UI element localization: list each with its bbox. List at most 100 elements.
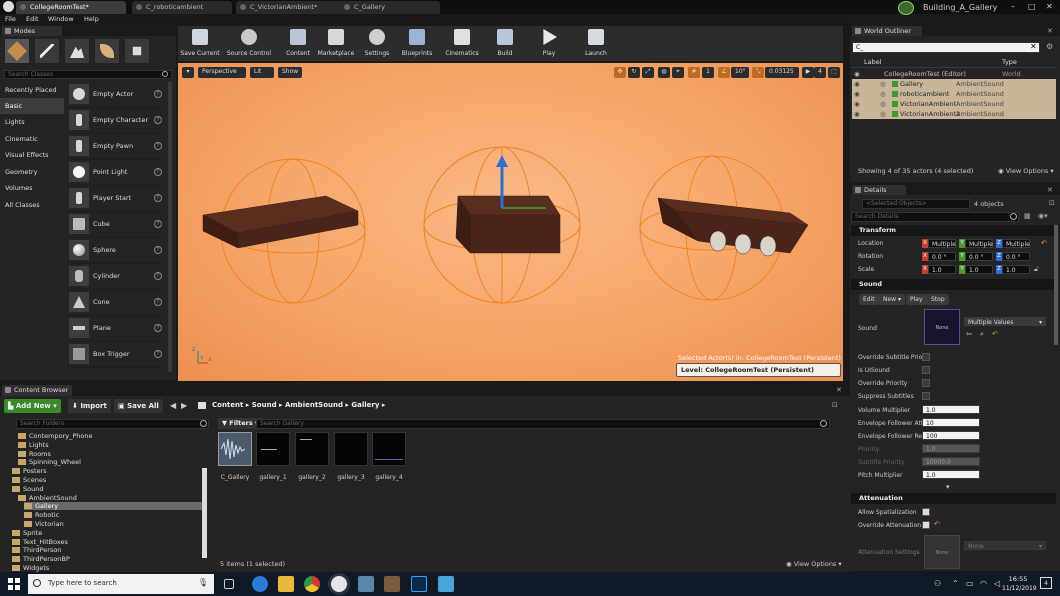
chrome-icon[interactable]	[304, 576, 320, 592]
outliner-row-victorianambient2[interactable]: ◉ ◎ VictorianAmbient2 AmbientSound	[852, 109, 1056, 119]
scale-y-field[interactable]: 1.0	[965, 265, 993, 274]
save-all-button[interactable]: ▣ Save All	[114, 399, 163, 413]
help-icon[interactable]: ?	[154, 116, 162, 124]
folder-item[interactable]: Rooms	[18, 450, 202, 458]
lock-icon[interactable]: ⊡	[1049, 199, 1055, 207]
camera-speed-value[interactable]: 4	[814, 67, 826, 78]
menu-file[interactable]: File	[5, 15, 16, 23]
windows-start-icon[interactable]	[8, 578, 20, 590]
rotation-x-field[interactable]: 0.0 °	[928, 252, 956, 261]
viewport-options-button[interactable]: ▾	[182, 67, 194, 78]
close-content-icon[interactable]: ✕	[836, 386, 842, 394]
search-folders-input[interactable]: Search Folders	[16, 419, 209, 429]
minimize-button[interactable]: –	[1011, 2, 1015, 11]
outliner-settings-icon[interactable]: ⚙	[1046, 42, 1053, 51]
tab-collegeroomtest[interactable]: CollegeRoomTest*	[16, 1, 126, 14]
marketplace-button[interactable]: Marketplace	[316, 26, 356, 61]
details-scrollbar[interactable]	[1054, 225, 1058, 345]
settings-button[interactable]: Settings	[360, 26, 394, 61]
history-back-icon[interactable]: ◀	[170, 401, 176, 410]
category-lights[interactable]: Lights	[0, 114, 64, 130]
category-volumes[interactable]: Volumes	[0, 180, 64, 196]
section-sound[interactable]: Sound	[851, 279, 1056, 290]
taskbar-search-box[interactable]: Type here to search 🎙︎	[28, 574, 214, 594]
actor-empty-actor[interactable]: Empty Actor?	[67, 82, 166, 108]
suppress-subtitles-checkbox[interactable]	[922, 392, 930, 400]
volume-multiplier-field[interactable]: 1.0	[922, 405, 980, 414]
tab-gallery[interactable]: C_Gallery	[340, 1, 440, 14]
actor-sphere[interactable]: Sphere?	[67, 238, 166, 264]
section-transform[interactable]: Transform	[851, 225, 1056, 236]
outliner-row-victorianambient[interactable]: ◉ ◎ VictorianAmbient AmbientSound	[852, 99, 1056, 109]
folder-item[interactable]: Lights	[18, 441, 202, 449]
location-z-field[interactable]: Multiple	[1002, 239, 1030, 248]
show-button[interactable]: Show	[278, 67, 302, 78]
folder-item[interactable]: Scenes	[12, 476, 202, 484]
clock-time[interactable]: 16:55	[1004, 575, 1032, 583]
help-icon[interactable]: ?	[154, 142, 162, 150]
grid-snap-value[interactable]: 1	[702, 67, 714, 78]
folder-item[interactable]: Sprite	[12, 529, 202, 537]
perspective-button[interactable]: Perspective	[198, 67, 246, 78]
sound-asset-thumbnail[interactable]: None	[924, 309, 960, 345]
help-icon[interactable]: ?	[154, 220, 162, 228]
build-button[interactable]: Build	[490, 26, 520, 61]
location-y-field[interactable]: Multiple	[965, 239, 993, 248]
scale-x-field[interactable]: 1.0	[928, 265, 956, 274]
search-details-input[interactable]: Search Details	[851, 212, 1019, 222]
folder-item[interactable]: Posters	[12, 467, 202, 475]
asset-gallery-3[interactable]: gallery_3	[334, 432, 368, 481]
rotation-snap-icon[interactable]: ∠	[718, 67, 730, 78]
folder-item[interactable]: Sound	[12, 485, 202, 493]
photos-icon[interactable]	[358, 576, 374, 592]
cinematics-button[interactable]: Cinematics	[442, 26, 482, 61]
scale-mode-icon[interactable]: ⤢	[642, 67, 654, 78]
tab-victorianambient[interactable]: C_VictorianAmbient*	[236, 1, 346, 14]
breadcrumb-sound[interactable]: Sound	[252, 401, 277, 409]
rotation-z-field[interactable]: 0.0 °	[1002, 252, 1030, 261]
folder-item[interactable]: Widgets	[12, 564, 202, 572]
place-mode-icon[interactable]	[4, 38, 30, 64]
rotate-mode-icon[interactable]: ↻	[628, 67, 640, 78]
menu-window[interactable]: Window	[48, 15, 74, 23]
folder-item[interactable]: ThirdPerson	[12, 546, 202, 554]
eye-icon[interactable]: ◉	[854, 79, 860, 89]
actor-cube[interactable]: Cube?	[67, 212, 166, 238]
asset-gallery-4[interactable]: gallery_4	[372, 432, 406, 481]
content-view-options-button[interactable]: ◉ View Options ▾	[786, 560, 842, 568]
grid-snap-icon[interactable]: #	[688, 67, 700, 78]
help-icon[interactable]: ?	[154, 272, 162, 280]
tray-chevron-icon[interactable]: ⌃	[952, 579, 959, 588]
history-forward-icon[interactable]: ▶	[181, 401, 187, 410]
is-ui-sound-checkbox[interactable]	[922, 366, 930, 374]
photoshop-icon[interactable]	[411, 576, 427, 592]
help-icon[interactable]: ?	[154, 90, 162, 98]
outliner-row-roboticambient[interactable]: ◉ ◎ roboticambient AmbientSound	[852, 89, 1056, 99]
close-button[interactable]: ✕	[1046, 2, 1053, 11]
actor-cone[interactable]: Cone?	[67, 290, 166, 316]
use-selected-icon[interactable]: ⇦	[966, 330, 972, 338]
actor-empty-character[interactable]: Empty Character?	[67, 108, 166, 134]
allow-spatialization-checkbox[interactable]	[922, 508, 930, 516]
scale-snap-icon[interactable]: ⤡	[752, 67, 764, 78]
folder-item[interactable]: ThirdPersonBP	[12, 555, 202, 563]
folder-item[interactable]: Robotic	[24, 511, 202, 519]
scale-z-field[interactable]: 1.0	[1002, 265, 1030, 274]
people-icon[interactable]: ⚇	[934, 579, 941, 588]
actor-box-trigger[interactable]: Box Trigger?	[67, 342, 166, 368]
outliner-row-world[interactable]: ◉ CollegeRoomTest (Editor) World	[852, 69, 1056, 79]
clear-search-icon[interactable]: ✕	[1030, 42, 1037, 51]
file-explorer-icon[interactable]	[278, 576, 294, 592]
lock-scale-icon[interactable]: 🔓︎	[1034, 265, 1039, 274]
task-view-icon[interactable]	[224, 579, 234, 589]
envelope-release-field[interactable]: 100	[922, 431, 980, 440]
menu-help[interactable]: Help	[84, 15, 99, 23]
actor-list-scrollbar[interactable]	[168, 82, 172, 372]
envelope-attack-field[interactable]: 10	[922, 418, 980, 427]
translate-mode-icon[interactable]: ✥	[614, 67, 626, 78]
scale-snap-value[interactable]: 0.03125	[765, 67, 799, 78]
help-icon[interactable]: ?	[154, 350, 162, 358]
maximize-viewport-icon[interactable]: ⬚	[828, 67, 840, 78]
level-viewport[interactable]: z x y ▾ Perspective Lit Show ✥ ↻ ⤢ ◍ ⌖ #…	[178, 63, 843, 381]
category-visual-effects[interactable]: Visual Effects	[0, 147, 64, 163]
